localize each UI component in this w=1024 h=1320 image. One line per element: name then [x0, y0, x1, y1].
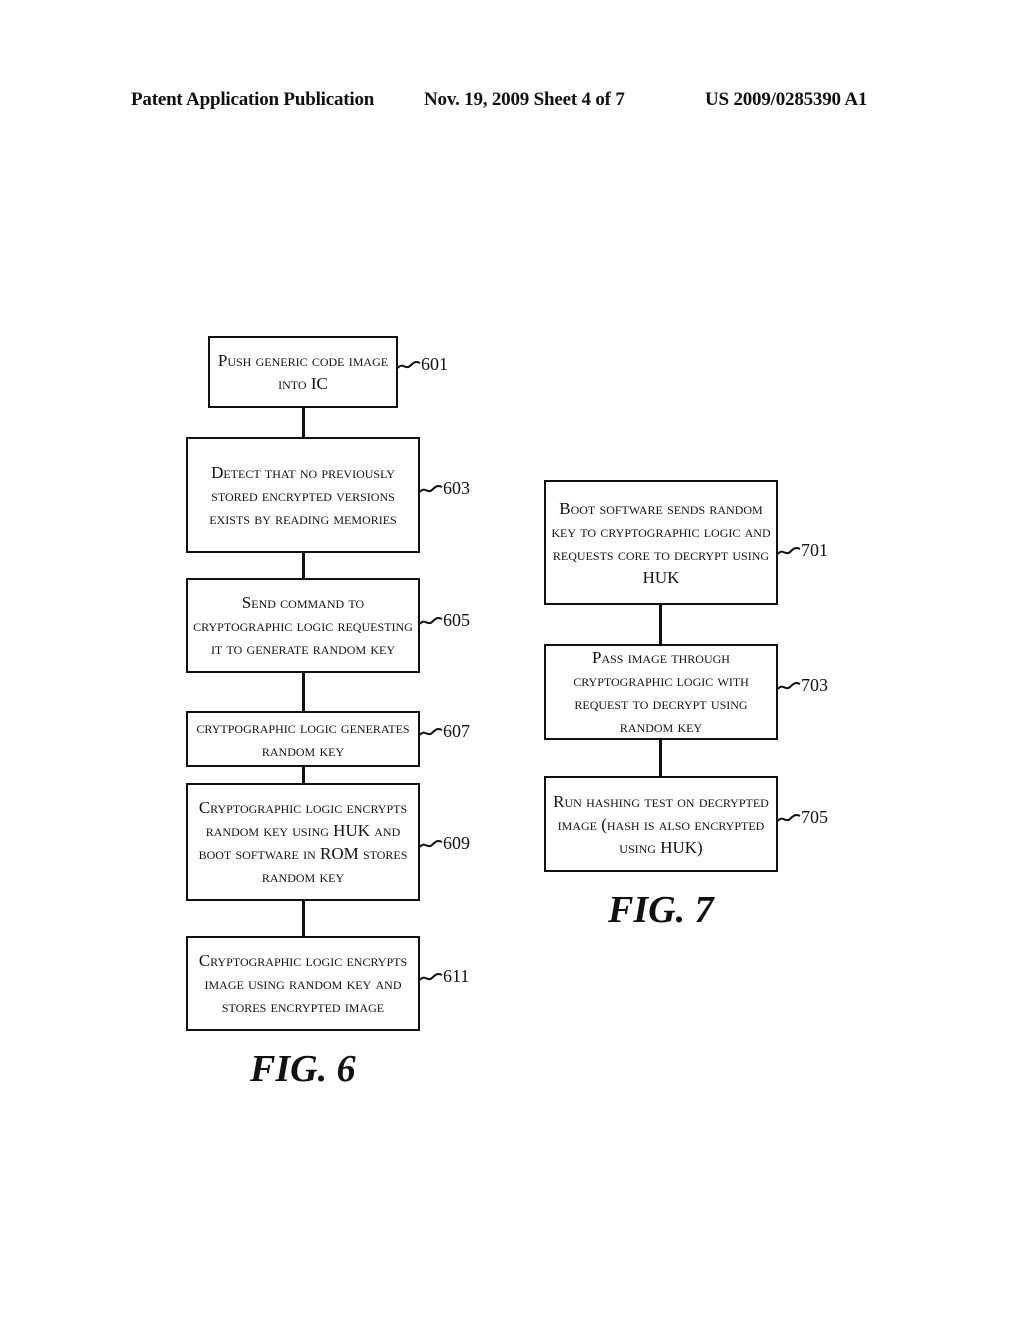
ref-number: 607: [443, 721, 470, 741]
squiggle-leader-icon: [419, 616, 443, 625]
connector: [659, 738, 662, 778]
ref-number: 703: [801, 675, 828, 695]
ref-607: 607: [419, 721, 470, 742]
ref-603: 603: [419, 478, 470, 499]
step-text: Send command to cryptographic logic requ…: [193, 593, 413, 658]
ref-703: 703: [777, 675, 828, 696]
step-text: Pass image through cryptographic logic w…: [573, 648, 749, 736]
step-701-box: Boot software sends random key to crypto…: [544, 480, 778, 605]
squiggle-leader-icon: [419, 484, 443, 493]
step-703-box: Pass image through cryptographic logic w…: [544, 644, 778, 740]
ref-number: 705: [801, 807, 828, 827]
squiggle-leader-icon: [777, 546, 801, 555]
ref-number: 601: [421, 354, 448, 374]
ref-number: 609: [443, 833, 470, 853]
step-text: Cryptographic logic encrypts random key …: [198, 798, 408, 886]
step-607-box: crytpographic logic generates random key: [186, 711, 420, 767]
squiggle-leader-icon: [777, 813, 801, 822]
ref-number: 611: [443, 966, 470, 986]
ref-611: 611: [419, 966, 469, 987]
ref-number: 701: [801, 540, 828, 560]
connector: [302, 672, 305, 712]
squiggle-leader-icon: [397, 360, 421, 369]
step-text: Cryptographic logic encrypts image using…: [198, 951, 408, 1016]
connector: [302, 766, 305, 784]
connector: [659, 603, 662, 645]
ref-705: 705: [777, 807, 828, 828]
ref-number: 605: [443, 610, 470, 630]
publication-number: US 2009/0285390 A1: [705, 89, 868, 110]
ref-609: 609: [419, 833, 470, 854]
figure-6-label: FIG. 6: [250, 1048, 356, 1090]
connector: [302, 900, 305, 937]
step-text: Run hashing test on decrypted image (has…: [553, 791, 769, 857]
ref-number: 603: [443, 478, 470, 498]
step-text: crytpographic logic generates random key: [196, 718, 410, 760]
figure-7-label: FIG. 7: [608, 889, 714, 931]
ref-701: 701: [777, 540, 828, 561]
step-text: Push generic code image into IC: [217, 351, 389, 393]
step-605-box: Send command to cryptographic logic requ…: [186, 578, 420, 673]
connector: [302, 407, 305, 438]
step-text: Detect that no previously stored encrypt…: [209, 462, 397, 528]
publication-type: Patent Application Publication: [131, 89, 375, 110]
squiggle-leader-icon: [419, 727, 443, 736]
step-603-box: Detect that no previously stored encrypt…: [186, 437, 420, 553]
step-705-box: Run hashing test on decrypted image (has…: [544, 776, 778, 872]
squiggle-leader-icon: [419, 972, 443, 981]
connector: [302, 552, 305, 579]
step-601-box: Push generic code image into IC: [208, 336, 398, 408]
date-sheet: Nov. 19, 2009 Sheet 4 of 7: [424, 89, 625, 110]
ref-601: 601: [397, 354, 448, 375]
squiggle-leader-icon: [419, 839, 443, 848]
ref-605: 605: [419, 610, 470, 631]
step-text: Boot software sends random key to crypto…: [551, 498, 771, 587]
squiggle-leader-icon: [777, 681, 801, 690]
step-611-box: Cryptographic logic encrypts image using…: [186, 936, 420, 1031]
step-609-box: Cryptographic logic encrypts random key …: [186, 783, 420, 901]
